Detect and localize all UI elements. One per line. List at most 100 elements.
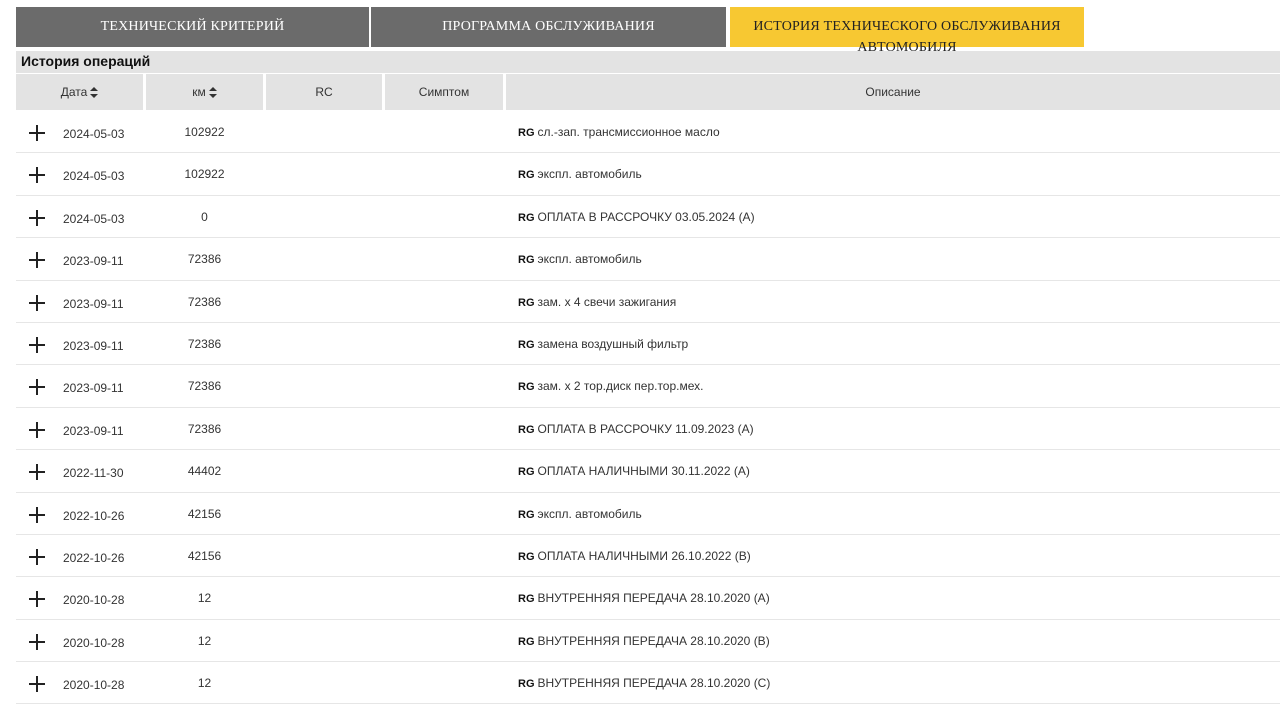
row-description-text: ВНУТРЕННЯЯ ПЕРЕДАЧА 28.10.2020 (B) [537, 633, 770, 648]
plus-icon[interactable] [29, 336, 45, 353]
row-description-text: экспл. автомобиль [537, 252, 642, 267]
row-description: RG ОПЛАТА НАЛИЧНЫМИ 26.10.2022 (B) [518, 549, 751, 563]
row-description-text: замена воздушный фильтр [537, 336, 689, 351]
row-date: 2023-09-11 [63, 423, 124, 438]
row-description: RG ОПЛАТА НАЛИЧНЫМИ 30.11.2022 (A) [518, 464, 750, 478]
row-km: 12 [197, 591, 212, 606]
row-km: 44402 [187, 464, 222, 479]
column-header-symptom: Симптом [385, 74, 503, 110]
table-row: 2022-10-26 42156 RG экспл. автомобиль [16, 493, 1280, 535]
rg-prefix: RG [518, 423, 535, 436]
row-date: 2020-10-28 [63, 593, 125, 608]
section-bar [16, 51, 1280, 73]
row-description: RG экспл. автомобиль [518, 252, 642, 266]
row-date: 2023-09-11 [63, 296, 124, 311]
table-row: 2020-10-28 12 RG ВНУТРЕННЯЯ ПЕРЕДАЧА 28.10.… [16, 662, 1280, 705]
plus-icon[interactable] [29, 421, 45, 438]
row-description-text: ОПЛАТА НАЛИЧНЫМИ 26.10.2022 (B) [537, 548, 751, 563]
plus-icon[interactable] [29, 591, 45, 608]
sort-icon[interactable] [90, 86, 99, 98]
table-row: 2023-09-11 72386 RG зам. x 4 свечи зажигани… [16, 281, 1280, 323]
rg-prefix: RG [518, 127, 535, 139]
column-header-date-label: Дата [60, 85, 88, 99]
table-row: 2024-05-03 0 RG ОПЛАТА В РАССРОЧКУ 03.05.20… [16, 196, 1280, 239]
rg-prefix: RG [518, 635, 535, 648]
table-row: 2023-09-11 72386 RG экспл. автомобиль [16, 238, 1280, 281]
rg-prefix: RG [518, 254, 535, 267]
column-header-km[interactable]: км [146, 74, 263, 110]
row-date: 2020-10-28 [63, 635, 125, 650]
plus-icon[interactable] [29, 294, 45, 311]
row-date: 2024-05-03 [63, 211, 125, 226]
plus-icon[interactable] [29, 209, 45, 226]
row-km: 102922 [184, 125, 225, 139]
rg-prefix: RG [518, 381, 535, 394]
row-description: RG ВНУТРЕННЯЯ ПЕРЕДАЧА 28.10.2020 (B) [518, 634, 770, 648]
row-description-text: ОПЛАТА В РАССРОЧКУ 11.09.2023 (A) [537, 421, 754, 436]
table-row: 2024-05-03 102922 RG сл.-зап. трансмиссионн… [16, 111, 1280, 154]
column-header-description: Описание [506, 74, 1280, 110]
sort-icon[interactable] [208, 86, 217, 98]
row-date: 2022-10-26 [63, 508, 125, 523]
column-header-rc: RC [266, 74, 382, 110]
row-km: 72386 [187, 421, 222, 436]
row-km: 72386 [187, 379, 222, 394]
tab-technical-criterion[interactable]: ТЕХНИЧЕСКИЙ КРИТЕРИЙ [16, 7, 371, 47]
row-km: 12 [197, 633, 212, 648]
rg-prefix: RG [518, 169, 535, 182]
row-description: RG экспл. автомобиль [518, 507, 642, 521]
row-description-text: экспл. автомобиль [537, 167, 642, 182]
plus-icon[interactable] [29, 379, 45, 396]
column-header-date[interactable]: Дата [16, 74, 143, 110]
plus-icon[interactable] [29, 506, 45, 523]
tab-bar: ТЕХНИЧЕСКИЙ КРИТЕРИЙ ПРОГРАММА ОБСЛУЖИВА… [16, 7, 1084, 55]
plus-icon[interactable] [29, 633, 45, 650]
table-row: 2023-09-11 72386 RG замена воздушный фильтр [16, 323, 1280, 366]
rg-prefix: RG [518, 466, 535, 479]
row-date: 2022-10-26 [63, 550, 125, 565]
tab-vehicle-maintenance-history[interactable]: ИСТОРИЯ ТЕХНИЧЕСКОГО ОБСЛУЖИВАНИЯ АВТОМО… [730, 7, 1084, 55]
row-description-text: ОПЛАТА НАЛИЧНЫМИ 30.11.2022 (A) [537, 464, 750, 479]
operations-table-body: 2024-05-03 102922 RG сл.-зап. трансмиссионн… [16, 111, 1280, 705]
row-km: 42156 [187, 506, 222, 521]
plus-icon[interactable] [29, 676, 45, 693]
rg-prefix: RG [518, 508, 535, 521]
row-km: 42156 [187, 548, 222, 563]
plus-icon[interactable] [29, 167, 45, 184]
plus-icon[interactable] [29, 464, 45, 481]
row-description: RG экспл. автомобиль [518, 167, 642, 181]
tab-maintenance-program[interactable]: ПРОГРАММА ОБСЛУЖИВАНИЯ [371, 7, 728, 47]
rg-prefix: RG [518, 211, 535, 224]
row-description: RG сл.-зап. трансмиссионное масло [518, 125, 720, 139]
plus-icon[interactable] [29, 548, 45, 565]
table-row: 2024-05-03 102922 RG экспл. автомобиль [16, 153, 1280, 196]
row-date: 2023-09-11 [63, 338, 124, 353]
rg-prefix: RG [518, 338, 535, 351]
row-description-text: экспл. автомобиль [537, 506, 642, 521]
row-description-text: ОПЛАТА В РАССРОЧКУ 03.05.2024 (A) [537, 209, 755, 224]
rg-prefix: RG [518, 550, 535, 563]
rg-prefix: RG [518, 678, 535, 691]
row-date: 2023-09-11 [63, 381, 124, 396]
row-description-text: сл.-зап. трансмиссионное масло [537, 125, 720, 139]
section-title: История операций [21, 53, 151, 69]
row-description: RG замена воздушный фильтр [518, 337, 688, 351]
row-km: 72386 [187, 336, 222, 351]
table-row: 2022-10-26 42156 RG ОПЛАТА НАЛИЧНЫМИ 26.10.… [16, 535, 1280, 578]
table-row: 2020-10-28 12 RG ВНУТРЕННЯЯ ПЕРЕДАЧА 28.10.… [16, 577, 1280, 620]
column-header-km-label: км [192, 85, 206, 99]
row-date: 2023-09-11 [63, 254, 124, 269]
row-date: 2024-05-03 [63, 127, 125, 141]
rg-prefix: RG [518, 296, 535, 309]
tab-label-line1: ИСТОРИЯ ТЕХНИЧЕСКОГО ОБСЛУЖИВАНИЯ [753, 19, 1061, 34]
plus-icon[interactable] [29, 252, 45, 269]
row-description: RG ОПЛАТА В РАССРОЧКУ 03.05.2024 (A) [518, 210, 755, 224]
row-date: 2024-05-03 [63, 169, 125, 184]
row-description: RG зам. x 2 тор.диск пер.тор.мех. [518, 379, 703, 393]
plus-icon[interactable] [29, 125, 45, 141]
row-description-text: ВНУТРЕННЯЯ ПЕРЕДАЧА 28.10.2020 (A) [537, 591, 770, 606]
row-km: 12 [197, 676, 212, 691]
row-description: RG ВНУТРЕННЯЯ ПЕРЕДАЧА 28.10.2020 (C) [518, 676, 770, 690]
row-description: RG ВНУТРЕННЯЯ ПЕРЕДАЧА 28.10.2020 (A) [518, 591, 770, 605]
row-date: 2020-10-28 [63, 678, 125, 693]
